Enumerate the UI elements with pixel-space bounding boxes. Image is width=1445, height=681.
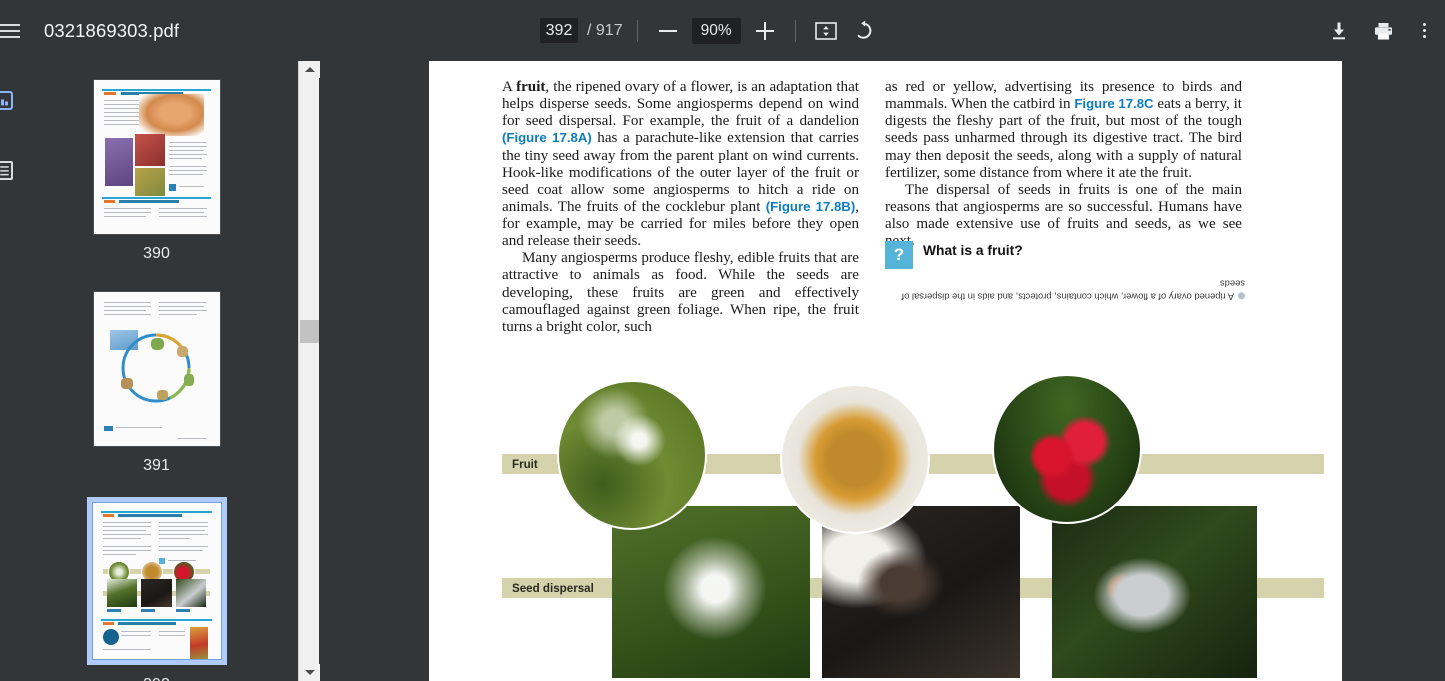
checkpoint-question-text: What is a fruit? (923, 243, 1023, 258)
body-paragraph: as red or yellow, advertising its presen… (885, 79, 1242, 182)
rotate-button[interactable] (848, 15, 880, 47)
zoom-in-button[interactable] (749, 15, 781, 47)
body-text-left-column: A fruit, the ripened ovary of a flower, … (502, 79, 859, 336)
toolbar-right-group (1323, 0, 1437, 61)
figure-band-fruit (620, 454, 1324, 474)
thumbnail-page-render (92, 503, 221, 659)
scroll-down-button[interactable] (299, 664, 320, 681)
figure-reference-link[interactable]: (Figure 17.8B) (766, 199, 855, 214)
bold-term: fruit (516, 79, 546, 95)
zoom-level-value[interactable]: 90% (691, 17, 741, 44)
zoom-out-button[interactable] (652, 15, 684, 47)
thumbnail-page-image[interactable] (93, 292, 220, 446)
figure-reference-link[interactable]: Figure 17.8C (1074, 96, 1153, 111)
kebab-dot (1422, 29, 1426, 32)
thumbnail-page-image-selected[interactable] (86, 497, 227, 665)
more-options-button[interactable] (1411, 15, 1437, 47)
answer-bullet-icon (1238, 292, 1245, 300)
document-outline-icon (0, 160, 13, 180)
kebab-dot (1422, 23, 1426, 26)
scrollbar-thumb[interactable] (300, 320, 319, 343)
sidebar-item-outline[interactable] (0, 157, 16, 183)
photo-cocklebur-fruit-circle (780, 384, 930, 534)
figure-row-label-seed-dispersal: Seed dispersal (502, 578, 620, 598)
body-text-run: A (502, 79, 517, 95)
vertical-scrollbar[interactable] (298, 61, 320, 681)
sidebar-rail (0, 61, 16, 681)
answer-string: A ripened ovary of a flower, which conta… (901, 278, 1245, 303)
thumbnail-page-render (93, 292, 220, 446)
thumbnail-view-icon (0, 90, 13, 110)
question-mark-icon: ? (885, 241, 913, 269)
thumbnail-page-image[interactable] (93, 80, 220, 234)
thumbnail-item-392[interactable]: 392 (16, 497, 297, 681)
print-icon (1374, 22, 1392, 40)
toolbar-divider-1 (636, 19, 638, 42)
toolbar-divider-2 (794, 19, 796, 42)
checkpoint-answer-text: A ripened ovary of a flower, which conta… (885, 277, 1245, 302)
thumbnail-page-render (93, 80, 220, 234)
body-paragraph: A fruit, the ripened ovary of a flower, … (502, 79, 859, 250)
toolbar-center-group: / 917 90% (540, 0, 880, 61)
body-text-right-column: as red or yellow, advertising its presen… (885, 79, 1242, 250)
photo-dandelion-seedhead (612, 506, 810, 678)
page-total-label: / 917 (587, 21, 623, 39)
page-number-input[interactable] (540, 18, 578, 43)
body-text-run: The dispersal of seeds in fruits is one … (885, 181, 1242, 249)
hamburger-icon[interactable] (0, 0, 32, 61)
plus-icon (755, 21, 774, 40)
photo-dandelion-fruit-circle (557, 380, 707, 530)
fit-to-page-icon (814, 21, 837, 40)
thumbnail-panel[interactable]: 390 391 (16, 61, 297, 681)
print-button[interactable] (1367, 15, 1399, 47)
toolbar-left-group: 0321869303.pdf (0, 0, 179, 61)
body-paragraph: The dispersal of seeds in fruits is one … (885, 182, 1242, 251)
pdf-page-392: A fruit, the ripened ovary of a flower, … (429, 61, 1342, 681)
photo-berries-fruit-circle (992, 374, 1142, 524)
rotate-counterclockwise-icon (857, 20, 872, 39)
cut-off-section-heading (885, 61, 1245, 65)
download-button[interactable] (1323, 15, 1355, 47)
minus-icon (658, 29, 677, 32)
thumbnail-label: 392 (16, 676, 297, 681)
scroll-down-arrow-icon (304, 670, 315, 675)
body-text-run: , the ripened ovary of a flower, is an a… (502, 79, 859, 130)
download-icon (1333, 22, 1345, 39)
kebab-dot (1422, 35, 1426, 38)
photo-catbird-eating-berry (1052, 506, 1257, 678)
thumbnail-item-391[interactable]: 391 (16, 292, 297, 475)
thumbnail-label: 390 (143, 245, 170, 262)
checkpoint-question-box: ? What is a fruit? A ripened ovary of a … (885, 241, 1245, 302)
document-title: 0321869303.pdf (44, 19, 180, 41)
pdf-toolbar: 0321869303.pdf / 917 90% (0, 0, 1445, 61)
figure-reference-link[interactable]: (Figure 17.8A) (502, 130, 592, 145)
thumbnail-label: 391 (143, 457, 170, 474)
scroll-up-button[interactable] (299, 61, 320, 78)
thumbnail-item-390[interactable]: 390 (16, 80, 297, 263)
scroll-up-arrow-icon (304, 67, 315, 72)
sidebar-item-thumbnails[interactable] (0, 87, 16, 113)
fit-page-button[interactable] (810, 15, 842, 47)
figure-17-8: Fruit Seed dispersal ▲ Figure 17.8A Dand… (502, 316, 1324, 678)
pdf-viewer[interactable]: A fruit, the ripened ovary of a flower, … (319, 61, 1445, 681)
